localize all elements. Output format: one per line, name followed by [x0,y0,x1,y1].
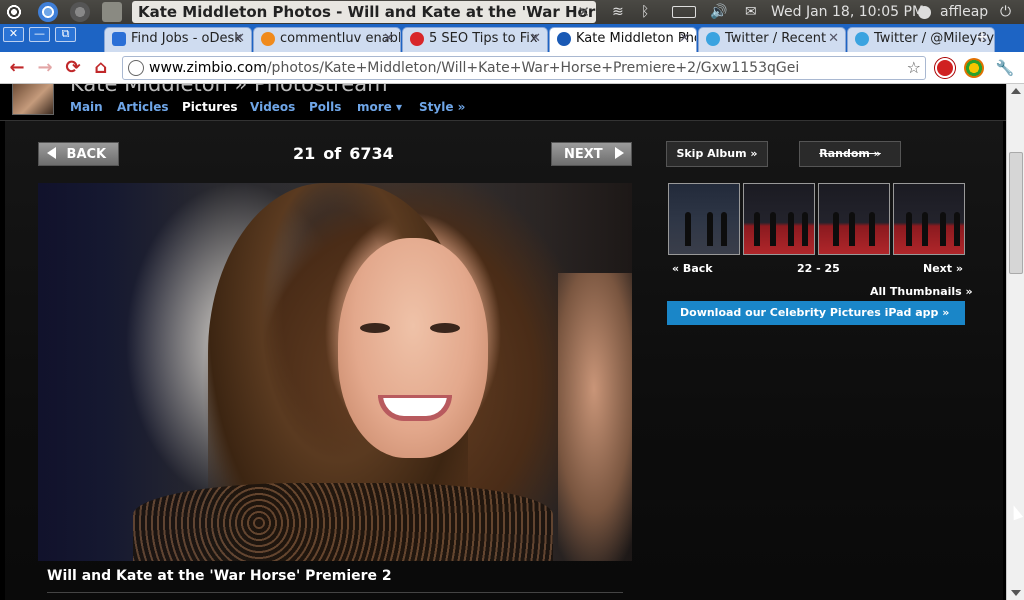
tab-odesk[interactable]: Find Jobs - oDesk ✕ [104,27,252,52]
thumbs-range: 22 - 25 [797,262,840,275]
tab-twitter-recent[interactable]: Twitter / Recent ✕ [698,27,846,52]
wifi-icon[interactable]: ≋ [612,0,624,24]
nav-more[interactable]: more ▾ [357,100,402,114]
window-restore-button[interactable]: ⧉ [55,27,76,42]
thumbnail[interactable] [668,183,740,255]
zimbio-favicon-icon [557,32,571,46]
window-title: Kate Middleton Photos - Will and Kate at… [132,1,596,23]
app-launcher-icon[interactable] [70,2,90,22]
next-button[interactable]: NEXT [551,142,632,166]
tab-strip: ✕ — ⧉ Find Jobs - oDesk ✕ commentluv ena… [0,24,1024,52]
wrench-menu-icon[interactable]: 🔧 [994,58,1016,78]
tab-label: Twitter / Recent [725,31,827,46]
skip-album-button[interactable]: Skip Album » [666,141,768,167]
page-icon [128,60,144,76]
window-minimize-button[interactable]: — [29,27,50,42]
odesk-favicon-icon [112,32,126,46]
thumbnail[interactable] [743,183,815,255]
scroll-down-icon[interactable] [1011,590,1021,596]
back-arrow-icon[interactable]: ← [6,58,28,78]
scroll-thumb[interactable] [1009,152,1023,274]
tab-close-icon[interactable]: ✕ [530,28,541,50]
blogger-favicon-icon [261,32,275,46]
mail-icon[interactable]: ✉ [745,0,757,24]
photo-viewer: BACK 21 of 6734 NEXT Skip Album » Random »… [5,121,1003,600]
nav-pictures[interactable]: Pictures [182,100,238,114]
tab-close-icon[interactable]: ✕ [383,28,394,50]
tab-label: Find Jobs - oDesk [131,31,242,46]
ubuntu-menu-icon[interactable] [4,2,24,22]
power-icon[interactable]: ⏻ [1000,0,1011,24]
username[interactable]: affleap [940,0,988,24]
home-icon[interactable]: ⌂ [90,58,112,78]
page-scrollbar[interactable] [1006,84,1024,600]
random-button[interactable]: Random » [799,141,901,167]
site-header: Kate Middleton » Photostream Main Articl… [0,84,1006,121]
adblock-stop-icon[interactable] [935,58,955,78]
forward-arrow-icon[interactable]: → [34,58,56,78]
nav-polls[interactable]: Polls [309,100,341,114]
nav-articles[interactable]: Articles [117,100,169,114]
twitter-bird-icon [855,32,869,46]
window-title-text: Kate Middleton Photos - Will and Kate at… [138,3,596,21]
url-host: www.zimbio.com [149,60,267,76]
tab-close-icon[interactable]: ✕ [234,28,245,50]
bluetooth-icon[interactable]: ᛒ [641,0,649,24]
right-arrow-icon [615,147,625,159]
extension-burst-icon[interactable] [964,58,984,78]
heart-favicon-icon [410,32,424,46]
all-thumbnails-link[interactable]: All Thumbnails » [870,285,973,298]
twitter-bird-icon [706,32,720,46]
left-arrow-icon [47,147,56,159]
breadcrumb[interactable]: Kate Middleton » Photostream [70,84,388,96]
clock[interactable]: Wed Jan 18, 10:05 PM [771,0,924,24]
address-bar[interactable]: www.zimbio.com/photos/Kate+Middleton/Wil… [122,56,926,80]
session-status-icon[interactable] [918,6,931,19]
photo-counter: 21 of 6734 [293,144,394,163]
thumbs-next-link[interactable]: Next » [923,262,963,275]
new-tab-button[interactable]: + [970,29,994,47]
url-path: /photos/Kate+Middleton/Will+Kate+War+Hor… [266,60,800,76]
volume-icon[interactable]: 🔊 [710,0,727,24]
reload-icon[interactable]: ⟳ [62,58,84,78]
tab-seo-tips[interactable]: 5 SEO Tips to Fix ✕ [402,27,548,52]
thumbs-back-link[interactable]: « Back [672,262,713,275]
ipad-app-banner[interactable]: Download our Celebrity Pictures iPad app… [667,301,965,325]
web-page: Kate Middleton » Photostream Main Articl… [0,84,1006,600]
top-panel: Kate Middleton Photos - Will and Kate at… [0,0,1024,24]
avatar[interactable] [12,84,54,115]
main-photo[interactable] [38,183,632,561]
divider [47,592,623,593]
back-button[interactable]: BACK [38,142,119,166]
photo-caption: Will and Kate at the 'War Horse' Premier… [47,568,392,584]
nav-videos[interactable]: Videos [250,100,295,114]
window-close-icon[interactable]: ✕ [577,1,590,23]
tab-commentluv[interactable]: commentluv enabled ✕ [253,27,401,52]
thumbnail[interactable] [893,183,965,255]
window-close-button[interactable]: ✕ [3,27,24,42]
scroll-up-icon[interactable] [1011,88,1021,94]
tab-label: 5 SEO Tips to Fix [429,31,538,46]
text-editor-launcher-icon[interactable] [102,2,122,22]
chromium-launcher-icon[interactable] [38,2,58,22]
nav-main[interactable]: Main [70,100,103,114]
tab-close-icon[interactable]: ✕ [679,28,690,50]
tab-kate-middleton[interactable]: Kate Middleton Photos ✕ [549,27,697,52]
bookmark-star-icon[interactable]: ☆ [907,57,921,79]
current-index: 21 [293,144,316,163]
browser-toolbar: ← → ⟳ ⌂ www.zimbio.com/photos/Kate+Middl… [0,52,1024,84]
tab-close-icon[interactable]: ✕ [828,28,839,50]
battery-icon[interactable] [672,6,696,18]
total-count: 6734 [349,144,394,163]
thumbnail[interactable] [818,183,890,255]
nav-style[interactable]: Style » [419,100,465,114]
